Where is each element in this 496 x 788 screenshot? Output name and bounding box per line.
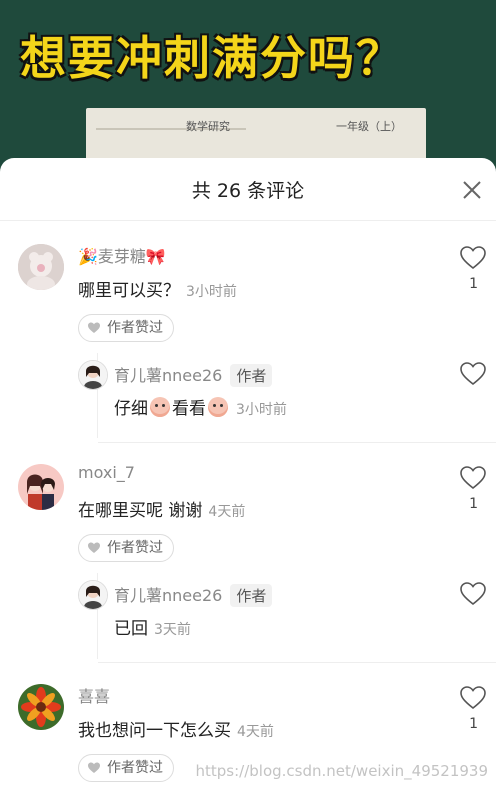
reply-body: 已回 xyxy=(114,619,148,639)
comments-sheet: 共 26 条评论 🎉麦芽糖🎀 哪里可以买？ 3小时前 1 作者赞过 育儿薯nne… xyxy=(0,158,496,788)
heart-filled-icon xyxy=(88,322,100,333)
reply-text: 仔细 看看 3小时前 xyxy=(114,394,287,419)
reply-time: 3小时前 xyxy=(236,402,287,418)
divider xyxy=(98,442,496,443)
reply-body-part-2: 看看 xyxy=(172,399,206,419)
author-tag: 作者 xyxy=(230,584,273,607)
like-heart-icon[interactable] xyxy=(460,686,486,710)
comment-username[interactable]: 🎉麦芽糖🎀 xyxy=(78,243,166,267)
heart-filled-icon xyxy=(88,762,100,773)
author-liked-label: 作者赞过 xyxy=(107,320,163,336)
reply-text: 已回 3天前 xyxy=(114,614,191,639)
paper-text-left: 数学研究 xyxy=(186,120,230,133)
comment-username[interactable]: moxi_7 xyxy=(78,463,135,482)
video-banner-text: 想要冲刺满分吗？ xyxy=(20,31,404,85)
divider xyxy=(98,662,496,663)
avatar[interactable] xyxy=(18,464,64,510)
comment-time: 4天前 xyxy=(208,504,246,520)
reply-username: 育儿薯nnee26 作者 xyxy=(114,362,273,387)
author-liked-label: 作者赞过 xyxy=(107,760,163,776)
author-liked-badge: 作者赞过 xyxy=(78,534,174,562)
comment-text: 哪里可以买？ 3小时前 xyxy=(78,276,237,301)
like-count: 1 xyxy=(469,496,478,512)
comment-text: 在哪里买呢 谢谢 4天前 xyxy=(78,496,245,521)
video-background: 数学研究 一年级（上） 想要冲刺满分吗？ xyxy=(0,0,496,175)
author-avatar[interactable] xyxy=(78,580,108,610)
reply-body-part-1: 仔细 xyxy=(114,399,148,419)
like-count: 1 xyxy=(469,716,478,732)
author-liked-badge: 作者赞过 xyxy=(78,754,174,782)
heart-filled-icon xyxy=(88,542,100,553)
emoji-icon xyxy=(208,397,228,417)
avatar[interactable] xyxy=(18,684,64,730)
comment-body: 在哪里买呢 谢谢 xyxy=(78,501,203,521)
reply-time: 3天前 xyxy=(154,622,191,638)
author-avatar[interactable] xyxy=(78,360,108,390)
reply-username: 育儿薯nnee26 作者 xyxy=(114,582,273,607)
close-icon[interactable] xyxy=(460,178,484,202)
comment-text: 我也想问一下怎么买 4天前 xyxy=(78,716,274,741)
reply-user-name[interactable]: 育儿薯nnee26 xyxy=(114,366,222,385)
emoji-icon xyxy=(150,397,170,417)
paper-text-right: 一年级（上） xyxy=(336,120,402,133)
like-count: 1 xyxy=(469,276,478,292)
comment-body: 我也想问一下怎么买 xyxy=(78,721,231,741)
reply-user-name[interactable]: 育儿薯nnee26 xyxy=(114,586,222,605)
comment-time: 3小时前 xyxy=(186,284,237,300)
comments-count-title: 共 26 条评论 xyxy=(191,180,305,202)
comment-body: 哪里可以买？ xyxy=(78,281,180,301)
like-heart-icon[interactable] xyxy=(460,246,486,270)
author-liked-badge: 作者赞过 xyxy=(78,314,174,342)
like-heart-icon[interactable] xyxy=(460,362,486,386)
sheet-header: 共 26 条评论 xyxy=(0,158,496,221)
comment-username[interactable]: 喜喜 xyxy=(78,683,110,707)
comment-time: 4天前 xyxy=(237,724,274,740)
author-tag: 作者 xyxy=(230,364,273,387)
author-liked-label: 作者赞过 xyxy=(107,540,163,556)
like-heart-icon[interactable] xyxy=(460,466,486,490)
like-heart-icon[interactable] xyxy=(460,582,486,606)
avatar[interactable] xyxy=(18,244,64,290)
watermark: https://blog.csdn.net/weixin_49521939 xyxy=(195,762,488,780)
